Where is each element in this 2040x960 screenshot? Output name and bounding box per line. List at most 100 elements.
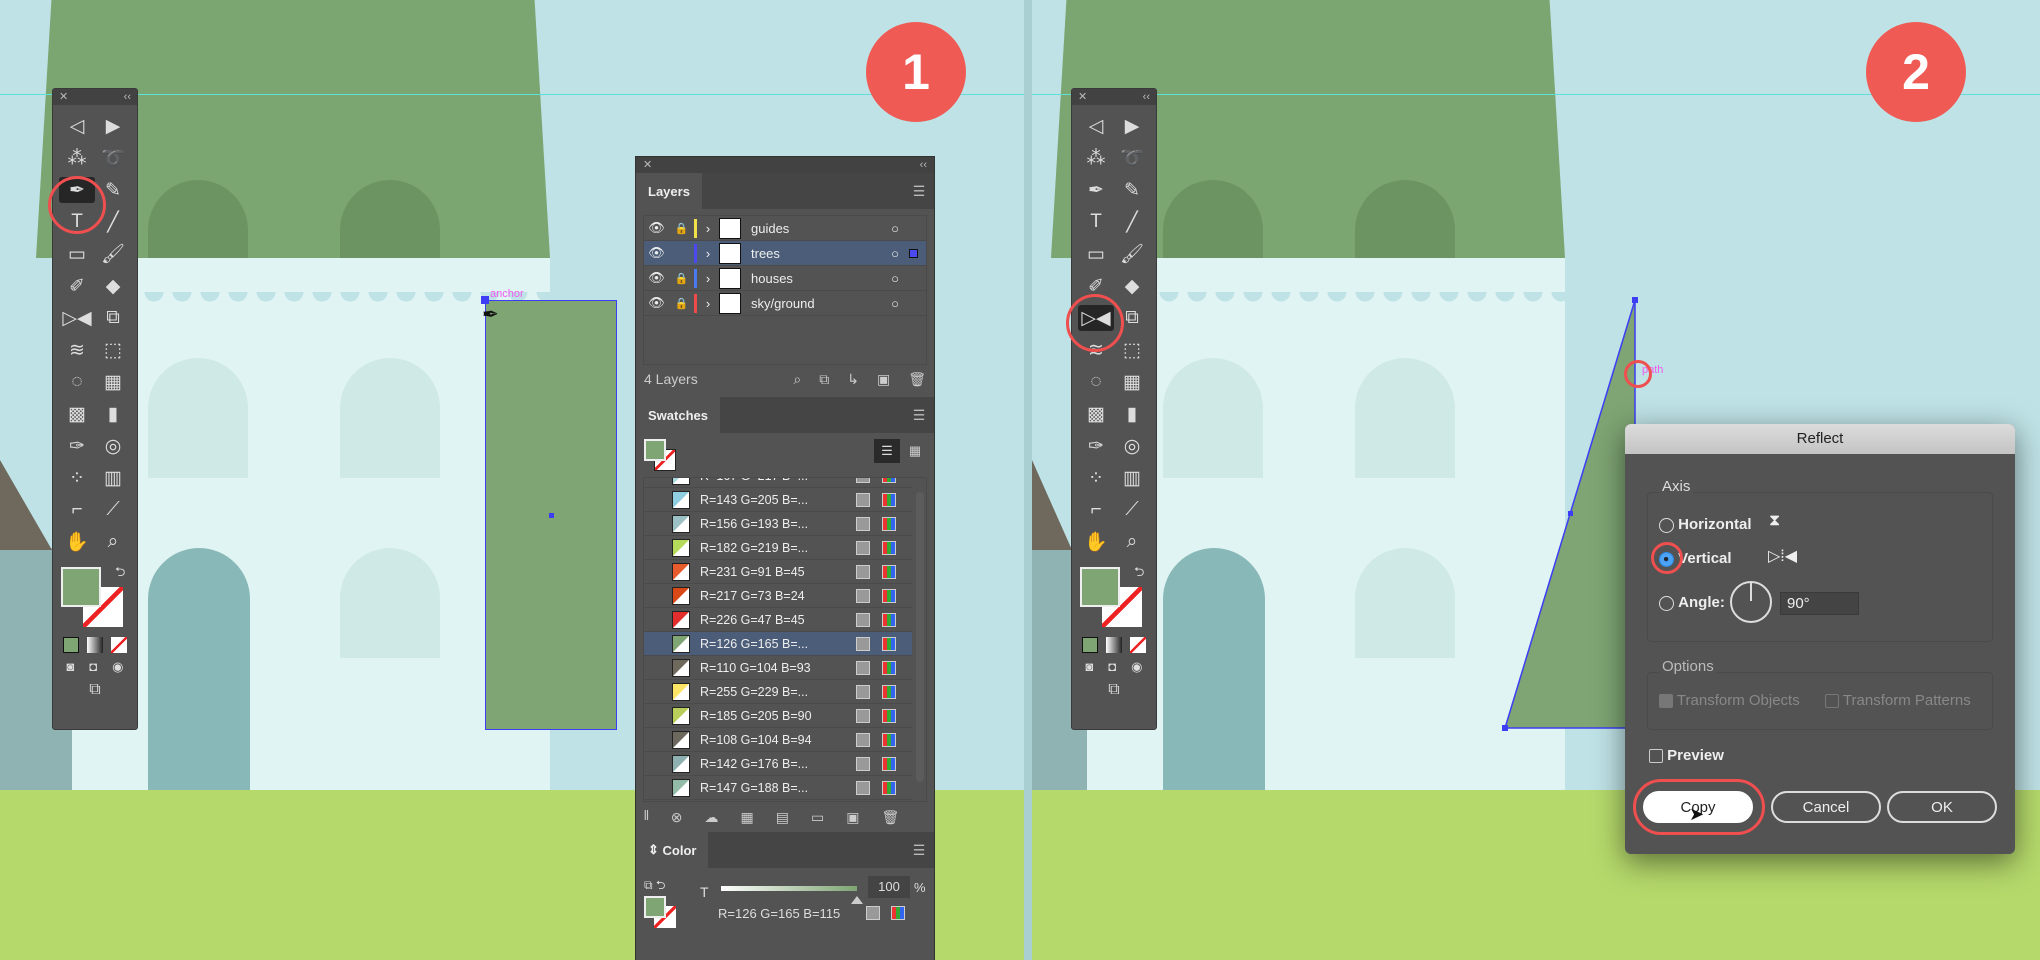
slice-tool-icon[interactable]: ⟋ (95, 497, 131, 523)
draw-behind-icon[interactable]: ◘ (89, 659, 97, 675)
tab-color[interactable]: ⇕ Color (636, 832, 709, 868)
swatch-row[interactable]: R=108 G=104 B=94 (644, 728, 912, 752)
swatch-row[interactable]: R=167 G=217 B=... (644, 478, 912, 488)
symbol-sprayer-tool-icon[interactable]: ⁘ (59, 465, 95, 491)
lasso-tool-icon[interactable]: ➰ (1114, 145, 1150, 171)
angle-dial[interactable] (1730, 581, 1772, 623)
swatch-row[interactable]: R=143 G=205 B=... (644, 488, 912, 512)
column-graph-tool-icon[interactable]: ▥ (1114, 465, 1150, 491)
gradient-tool-icon[interactable]: ▮ (1114, 401, 1150, 427)
swatch-row[interactable]: R=147 G=188 B=... (644, 776, 912, 800)
mesh-tool-icon[interactable]: ▩ (59, 401, 95, 427)
swatch-row[interactable]: R=110 G=104 B=93 (644, 656, 912, 680)
color-mode-icon[interactable] (63, 637, 79, 653)
gradient-mode-icon[interactable] (87, 637, 103, 653)
artboard-tool-icon[interactable]: ⌐ (1078, 497, 1114, 523)
new-sublayer-icon[interactable]: ↳ (847, 371, 859, 388)
lock-icon[interactable]: 🔒 (669, 222, 694, 235)
target-circle-icon[interactable]: ○ (881, 271, 909, 286)
swatch-row[interactable]: R=156 G=193 B=... (644, 512, 912, 536)
swap-fill-stroke-icon[interactable]: ⮌ (1134, 563, 1144, 585)
lock-icon[interactable]: 🔒 (669, 297, 694, 310)
hand-tool-icon[interactable]: ✋ (1078, 529, 1114, 555)
expand-chevron-icon[interactable]: › (697, 271, 719, 286)
selection-tool-icon[interactable]: ◁ (1078, 113, 1114, 139)
screen-mode-icon[interactable]: ⧉ (59, 681, 131, 699)
swatch-options-icon[interactable]: ▦ (741, 809, 754, 826)
free-transform-tool-icon[interactable]: ⬚ (95, 337, 131, 363)
layer-row[interactable]: 👁 🔒 › sky/ground ○ (644, 291, 926, 316)
none-mode-icon[interactable] (111, 637, 127, 653)
line-segment-tool-icon[interactable]: ╱ (1114, 209, 1150, 235)
eyedropper-tool-icon[interactable]: ✑ (1078, 433, 1114, 459)
layer-name[interactable]: sky/ground (751, 296, 881, 311)
collapse-icon[interactable]: ‹‹ (124, 89, 131, 105)
draw-inside-icon[interactable]: ◉ (112, 659, 123, 675)
perspective-grid-tool-icon[interactable]: ▦ (1114, 369, 1150, 395)
eraser-tool-icon[interactable]: ◆ (1114, 273, 1150, 299)
visibility-eye-icon[interactable]: 👁 (644, 270, 669, 286)
new-layer-icon[interactable]: ▣ (877, 371, 890, 388)
fill-swatch[interactable] (644, 896, 666, 918)
close-icon[interactable]: ✕ (643, 157, 652, 173)
reflect-tool-icon[interactable]: ▷◀ (59, 305, 95, 331)
tint-input[interactable]: 100 (868, 876, 910, 898)
lock-icon[interactable]: 🔒 (669, 272, 694, 285)
zoom-tool-icon[interactable]: ⌕ (1114, 529, 1150, 555)
fill-color-swatch[interactable] (1080, 567, 1120, 607)
panel-menu-icon[interactable]: ☰ (904, 173, 934, 209)
type-tool-icon[interactable]: T (1078, 209, 1114, 235)
rectangle-tool-icon[interactable]: ▭ (59, 241, 95, 267)
target-circle-icon[interactable]: ○ (881, 221, 909, 236)
new-swatch-icon[interactable]: ▣ (846, 809, 859, 826)
draw-inside-icon[interactable]: ◉ (1131, 659, 1142, 675)
tint-slider-thumb[interactable] (851, 890, 863, 904)
column-graph-tool-icon[interactable]: ▥ (95, 465, 131, 491)
swatch-libraries-icon[interactable]: 𝍪 (644, 805, 649, 829)
direct-selection-tool-icon[interactable]: ▶ (1114, 113, 1150, 139)
swatch-row[interactable]: R=231 G=91 B=45 (644, 560, 912, 584)
delete-icon[interactable]: 🗑 (908, 371, 926, 388)
collapse-icon[interactable]: ‹‹ (1143, 89, 1150, 105)
fill-swatch[interactable] (644, 439, 666, 461)
color-mode-icon[interactable] (1082, 637, 1098, 653)
visibility-eye-icon[interactable]: 👁 (644, 220, 669, 236)
grid-view-button[interactable]: ▦ (902, 439, 928, 463)
symbol-sprayer-tool-icon[interactable]: ⁘ (1078, 465, 1114, 491)
layer-row[interactable]: 👁 › trees ○ (644, 241, 926, 266)
tab-swatches[interactable]: Swatches (636, 397, 720, 433)
clipping-mask-icon[interactable]: ⧉ (819, 371, 829, 388)
target-circle-icon[interactable]: ○ (881, 296, 909, 311)
eraser-tool-icon[interactable]: ◆ (95, 273, 131, 299)
tab-layers[interactable]: Layers (636, 173, 702, 209)
paintbrush-tool-icon[interactable]: 🖌 (95, 241, 131, 267)
visibility-eye-icon[interactable]: 👁 (644, 295, 669, 311)
swatch-list-icon[interactable]: ▤ (776, 809, 789, 826)
magic-wand-tool-icon[interactable]: ⁂ (59, 145, 95, 171)
close-icon[interactable]: ✕ (1078, 89, 1087, 105)
shaper-tool-icon[interactable]: ✐ (59, 273, 95, 299)
swap-icon[interactable]: ⧉ ⮌ (644, 876, 666, 897)
target-circle-icon[interactable]: ○ (881, 246, 909, 261)
swatch-row[interactable]: R=182 G=219 B=... (644, 536, 912, 560)
fill-color-swatch[interactable] (61, 567, 101, 607)
gradient-tool-icon[interactable]: ▮ (95, 401, 131, 427)
screen-mode-icon[interactable]: ⧉ (1078, 681, 1150, 699)
draw-behind-icon[interactable]: ◘ (1108, 659, 1116, 675)
eyedropper-tool-icon[interactable]: ✑ (59, 433, 95, 459)
layer-row[interactable]: 👁 🔒 › houses ○ (644, 266, 926, 291)
step2-canvas[interactable]: path 2 ✕ ‹‹ ◁ ▶ ⁂ ➰ ✒ ✎ T ╱ ▭ 🖌 ✐ ◆ ▷◀ ⧉ ≋ ⬚ ◌ ▦ ▩ ▮ ✑ ◎ ⁘ ▥ ⌐ ⟋ ✋ ⌕… (1032, 0, 2040, 960)
tint-slider[interactable] (721, 886, 857, 891)
delete-icon[interactable]: 🗑 (881, 809, 899, 826)
grayscale-icon[interactable] (866, 906, 880, 920)
scrollbar[interactable] (916, 492, 924, 782)
zoom-tool-icon[interactable]: ⌕ (95, 529, 131, 555)
angle-input[interactable]: 90° (1780, 592, 1859, 615)
slice-tool-icon[interactable]: ⟋ (1114, 497, 1150, 523)
blend-tool-icon[interactable]: ◎ (1114, 433, 1150, 459)
close-icon[interactable]: ✕ (59, 89, 68, 105)
curvature-tool-icon[interactable]: ✒ (1078, 177, 1114, 203)
shape-builder-tool-icon[interactable]: ◌ (59, 369, 95, 395)
radio-angle[interactable]: Angle: (1659, 594, 1725, 611)
shape-builder-tool-icon[interactable]: ◌ (1078, 369, 1114, 395)
